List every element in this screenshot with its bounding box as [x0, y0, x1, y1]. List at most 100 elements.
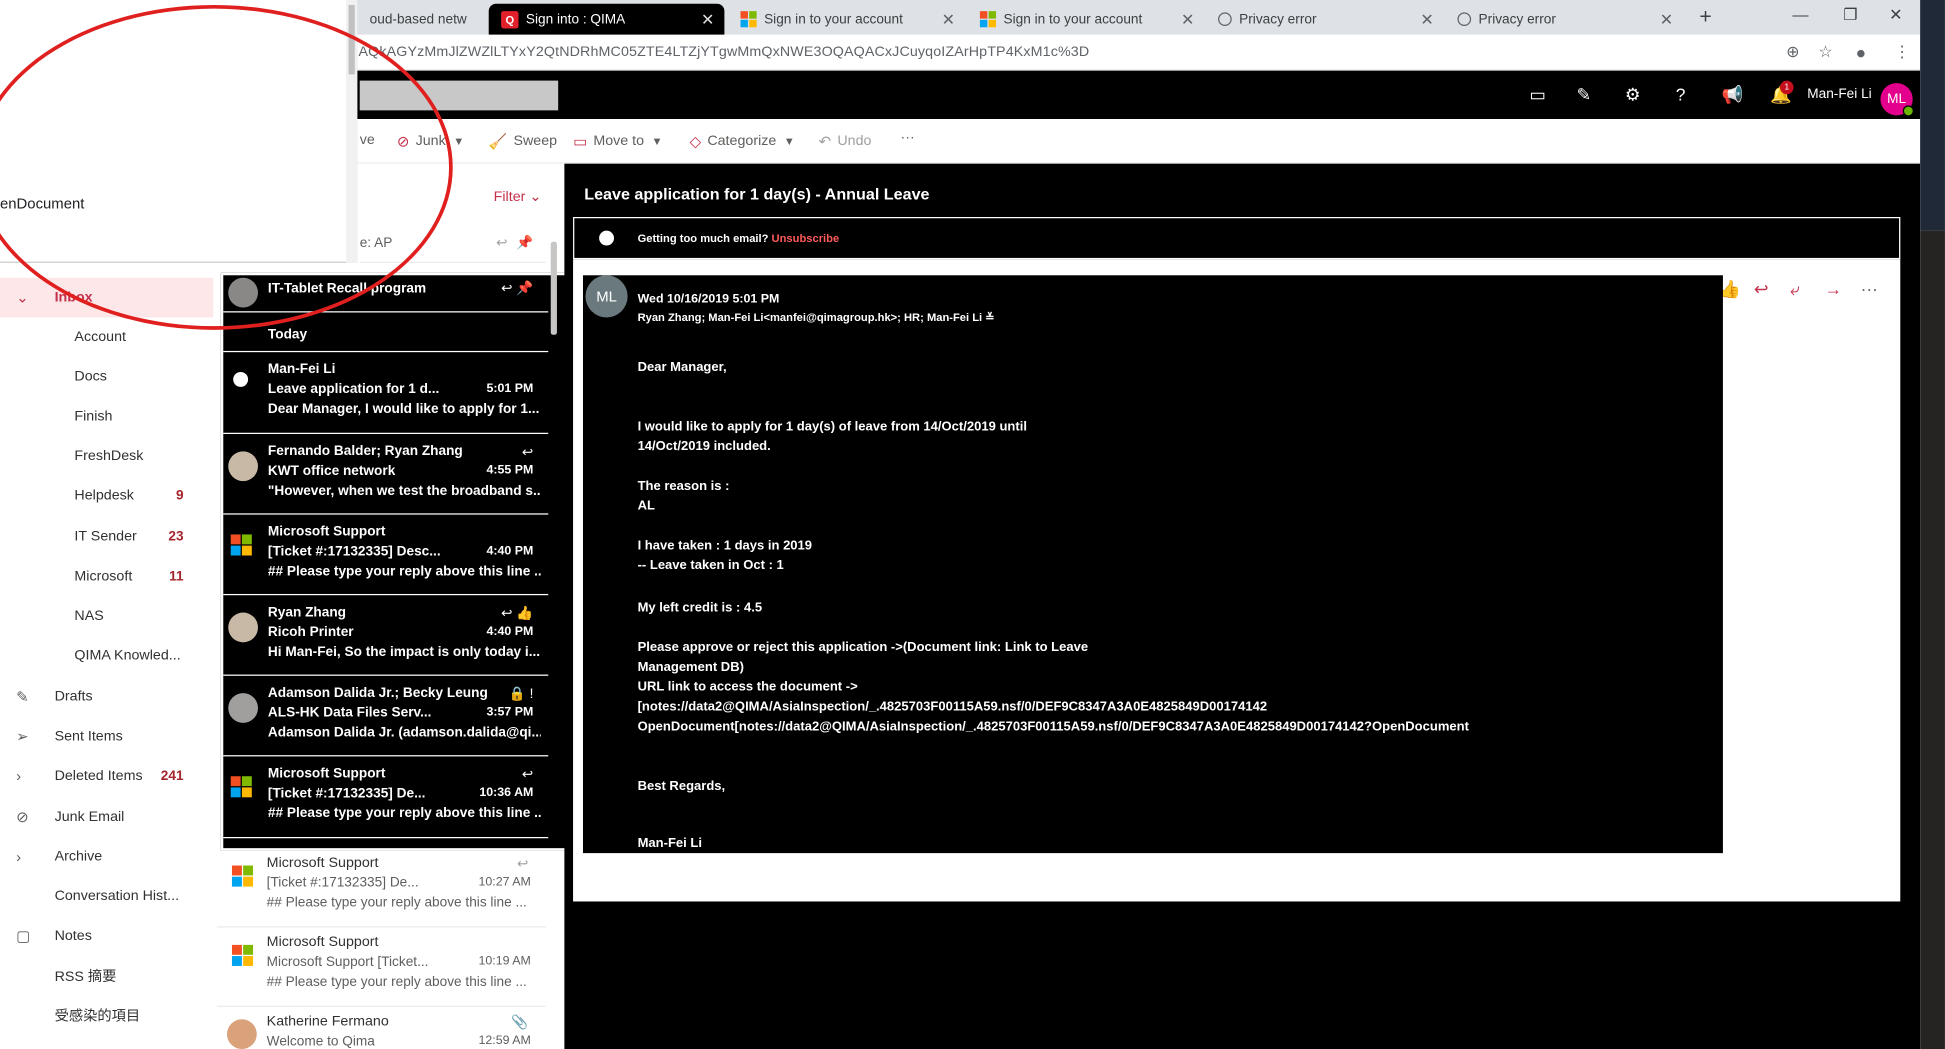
undo-button[interactable]: ↶ Undo — [819, 133, 872, 150]
folder-item[interactable]: NAS — [0, 596, 213, 636]
list-item[interactable]: Katherine Fermano Welcome to Qima 12:59 AM… — [217, 1007, 546, 1049]
reply-icon[interactable]: ↩ — [1754, 279, 1769, 300]
gear-icon[interactable]: ⚙ — [1625, 84, 1641, 105]
avatar[interactable]: ML — [1880, 83, 1914, 117]
body-line: Man-Fei Li — [637, 835, 702, 851]
message-subject: Leave application for 1 d... — [267, 381, 440, 397]
folder-item[interactable]: 受感染的項目 — [0, 996, 213, 1036]
move-to-button[interactable]: ▭ Move to ▼ — [573, 133, 663, 150]
folder-item[interactable]: Microsoft 11 — [0, 557, 213, 597]
folder-item[interactable]: Account — [0, 317, 213, 357]
folder-item[interactable]: ➢ Sent Items — [0, 717, 213, 757]
message-subject: [Ticket #:17132335] Desc... — [267, 544, 441, 560]
close-window-icon[interactable]: ✕ — [1889, 5, 1903, 25]
popup-scrollbar[interactable] — [346, 0, 358, 263]
folder-item[interactable]: Helpdesk 9 — [0, 476, 213, 516]
message-preview: "However, when we test the broadband s..… — [267, 483, 541, 499]
microsoft-icon — [231, 944, 254, 966]
folder-item[interactable]: › Archive — [0, 837, 213, 877]
categorize-button[interactable]: ◇ Categorize ▼ — [690, 133, 795, 150]
unsubscribe-link[interactable]: Unsubscribe — [772, 232, 840, 244]
message-subject: [Ticket #:17132335] De... — [266, 875, 419, 891]
list-scrollbar[interactable] — [550, 241, 557, 335]
bookmark-star-icon[interactable]: ☆ — [1818, 42, 1832, 62]
globe-icon — [1457, 12, 1472, 27]
close-tab-icon[interactable]: ✕ — [1660, 10, 1674, 30]
sender-avatar: ML — [585, 275, 628, 318]
browser-tab[interactable]: oud-based netw — [357, 4, 488, 35]
reply-all-icon[interactable]: ⤶ — [1790, 279, 1800, 300]
chat-icon[interactable]: ▭ — [1529, 84, 1545, 105]
blocked-icon: ⊘ — [396, 132, 410, 151]
list-item[interactable]: Microsoft Support [Ticket #:17132335] De.… — [217, 848, 546, 928]
folder-item[interactable]: Conversation Hist... — [0, 877, 213, 917]
filter-button[interactable]: Filter ⌄ — [494, 187, 542, 205]
folder-item[interactable]: QIMA Knowled... — [0, 636, 213, 676]
user-name[interactable]: Man-Fei Li — [1807, 87, 1871, 102]
list-item[interactable]: Microsoft Support Microsoft Support [Tick… — [217, 928, 546, 1007]
folder-item[interactable]: RSS 摘要 — [0, 956, 213, 996]
browser-tab[interactable]: Privacy error ✕ — [1445, 4, 1683, 35]
close-tab-icon[interactable]: ✕ — [701, 10, 715, 30]
folder-item[interactable]: ⌄ Inbox — [0, 277, 214, 318]
close-tab-icon[interactable]: ✕ — [1420, 10, 1434, 30]
forward-icon[interactable]: → — [1825, 279, 1842, 299]
browser-tab[interactable]: Sign in to your account ✕ — [727, 4, 965, 35]
archive-button[interactable]: ve — [360, 133, 375, 148]
blocked-icon: ⊘ — [16, 808, 29, 826]
microsoft-icon — [230, 776, 252, 798]
folder-item[interactable]: › Deleted Items 241 — [0, 756, 213, 796]
folder-label: Drafts — [54, 689, 93, 705]
browser-menu-icon[interactable]: ⋮ — [1894, 42, 1910, 62]
list-item[interactable]: Microsoft Support [Ticket #:17132335] Des… — [223, 515, 549, 596]
megaphone-icon[interactable]: 📢 — [1722, 84, 1744, 105]
close-tab-icon[interactable]: ✕ — [942, 10, 956, 30]
select-radio-icon[interactable] — [233, 372, 249, 387]
search-input[interactable] — [359, 80, 559, 111]
avatar — [228, 277, 259, 308]
list-item[interactable]: Today — [223, 312, 549, 353]
list-item[interactable]: IT-Tablet Recall program ↩ 📌 — [223, 275, 549, 313]
body-line: OpenDocument[notes://data2@QIMA/AsiaInsp… — [637, 719, 1469, 735]
profile-icon[interactable]: ● — [1856, 42, 1867, 62]
list-item[interactable]: Ryan Zhang Ricoh Printer 4:40 PM Hi Man-Fei… — [223, 595, 549, 676]
browser-tab[interactable]: Sign in to your account ✕ — [966, 4, 1204, 35]
list-item[interactable]: Fernando Balder; Ryan Zhang KWT office ne… — [223, 434, 549, 515]
more-actions-icon[interactable]: ··· — [1861, 279, 1878, 299]
my-day-icon[interactable]: ✎ — [1577, 84, 1592, 105]
new-tab-button[interactable]: + — [1687, 1, 1724, 32]
message-time: 4:55 PM — [486, 463, 534, 478]
sweep-button[interactable]: 🧹 Sweep — [489, 133, 557, 150]
status-icon: 🔒 ! — [508, 686, 534, 702]
url-text[interactable]: AQkAGYzMmJlZWZlLTYxY2QtNDRhMC05ZTE4LTZjY… — [358, 45, 1089, 60]
avatar — [226, 1019, 257, 1049]
list-item[interactable]: Microsoft Support [Ticket #:17132335] De.… — [223, 756, 549, 839]
sender-name: Fernando Balder; Ryan Zhang — [267, 443, 463, 459]
restore-icon[interactable]: ❐ — [1843, 5, 1857, 25]
message-preview: Hi Man-Fei, So the impact is only today … — [267, 644, 541, 660]
folder-item[interactable]: IT Sender 23 — [0, 517, 213, 557]
help-icon[interactable]: ? — [1676, 84, 1686, 104]
microsoft-icon — [739, 11, 757, 28]
list-item[interactable]: Man-Fei Li Leave application for 1 d... 5:… — [223, 352, 549, 434]
folder-item[interactable]: Finish — [0, 397, 213, 437]
junk-button[interactable]: ⊘ Junk ▼ — [397, 133, 464, 150]
folder-item[interactable]: Docs — [0, 357, 213, 397]
browser-tab[interactable]: Privacy error ✕ — [1206, 4, 1444, 35]
install-app-icon[interactable]: ⊕ — [1786, 42, 1800, 62]
close-tab-icon[interactable]: ✕ — [1181, 10, 1195, 30]
microsoft-icon — [230, 534, 252, 556]
list-item[interactable]: Adamson Dalida Jr.; Becky Leung ALS-HK Da… — [223, 676, 549, 757]
folder-item[interactable]: ⊘ Junk Email — [0, 797, 213, 837]
folder-item[interactable]: ✎ Drafts — [0, 677, 213, 717]
more-commands-button[interactable]: ··· — [901, 130, 915, 145]
qima-icon: Q — [501, 10, 519, 28]
browser-tab-active[interactable]: Q Sign into : QIMA ✕ — [488, 3, 725, 35]
minimize-icon[interactable]: — — [1792, 5, 1808, 24]
body-line: AL — [637, 498, 655, 514]
pinned-item[interactable]: e: AP ↩ 📌 — [359, 223, 546, 263]
folder-item[interactable]: ▢ Notes — [0, 916, 213, 956]
message-list-overlay: IT-Tablet Recall program ↩ 📌 Today Man-Fei … — [220, 272, 571, 851]
folder-item[interactable]: FreshDesk — [0, 436, 213, 476]
reply-icon: ↩ — [496, 235, 508, 251]
